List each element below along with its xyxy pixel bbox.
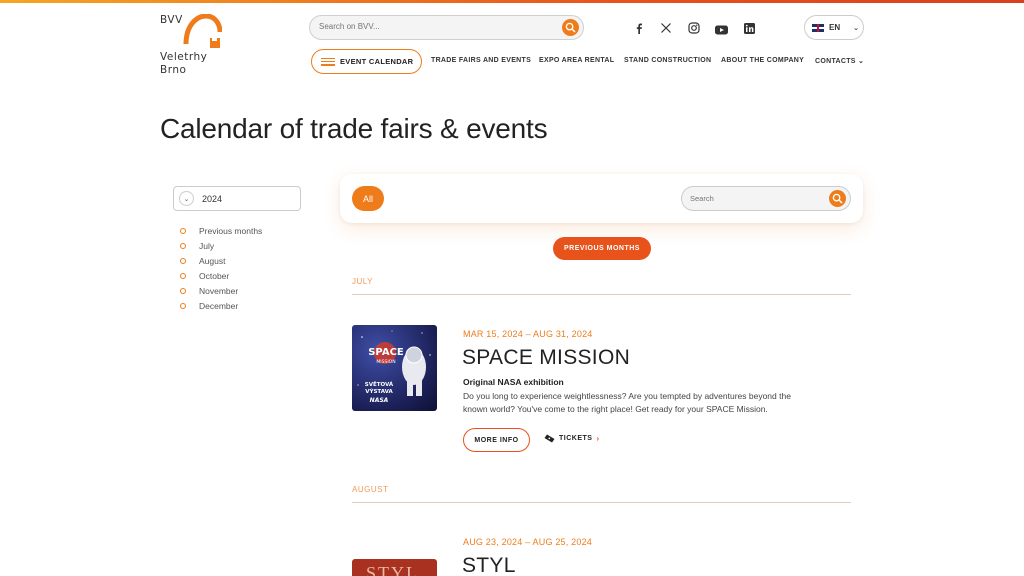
svg-text:SVĚTOVÁ: SVĚTOVÁ	[365, 380, 394, 388]
svg-text:NASA: NASA	[370, 397, 389, 404]
search-icon	[565, 22, 576, 33]
event-title[interactable]: SPACE MISSION	[462, 346, 630, 370]
section-divider	[352, 502, 851, 503]
previous-months-button[interactable]: PREVIOUS MONTHS	[553, 237, 651, 260]
month-label: November	[199, 285, 239, 296]
instagram-icon[interactable]	[688, 19, 700, 34]
month-label: October	[199, 270, 230, 281]
space-mission-poster: SPACE MISSION SVĚTOVÁ VÝSTAVA NASA	[357, 330, 431, 404]
bullet-icon	[180, 302, 186, 309]
event-date: MAR 15, 2024 – AUG 31, 2024	[463, 329, 593, 339]
logo-arc-icon	[183, 14, 222, 48]
section-label-july: JULY	[352, 277, 373, 286]
event-calendar-label: EVENT CALENDAR	[340, 57, 414, 66]
svg-text:MISSION: MISSION	[376, 359, 395, 365]
bullet-icon	[180, 287, 186, 294]
site-search-input[interactable]	[319, 22, 549, 31]
uk-flag-icon	[812, 23, 824, 32]
youtube-icon[interactable]	[715, 20, 728, 35]
page-title: Calendar of trade fairs & events	[160, 113, 548, 144]
bullet-icon	[180, 242, 186, 249]
nav-item-about[interactable]: ABOUT THE COMPANY	[721, 57, 804, 64]
section-label-august: AUGUST	[352, 485, 389, 494]
month-label: December	[199, 300, 239, 311]
styl-poster-text: STYL	[366, 563, 419, 576]
chevron-down-icon: ⌄	[858, 58, 865, 65]
logo-bvv-text: BVV	[160, 14, 183, 26]
styl-image[interactable]: STYL	[352, 559, 437, 576]
svg-text:VÝSTAVA: VÝSTAVA	[365, 388, 393, 395]
event-search	[681, 186, 851, 211]
month-item-december[interactable]: December	[180, 298, 262, 313]
chevron-right-icon: ›	[596, 434, 600, 443]
nav-item-contacts-label: CONTACTS	[815, 58, 856, 65]
month-item-november[interactable]: November	[180, 283, 262, 298]
month-label: Previous months	[199, 225, 263, 236]
event-search-button[interactable]	[829, 190, 846, 207]
ticket-icon	[544, 434, 555, 443]
event-description: Do you long to experience weightlessness…	[463, 391, 791, 414]
month-item-previous[interactable]: Previous months	[180, 223, 262, 238]
poster-title-text: SPACE	[368, 347, 404, 358]
nav-item-expo-area-rental[interactable]: EXPO AREA RENTAL	[539, 57, 614, 64]
logo-line-1: Veletrhy	[160, 51, 208, 63]
month-label: August	[199, 255, 226, 266]
menu-icon	[321, 57, 335, 66]
x-icon[interactable]	[660, 19, 672, 33]
year-value: 2024	[202, 193, 223, 204]
chevron-down-icon: ⌄	[853, 24, 859, 32]
space-mission-image[interactable]: SPACE MISSION SVĚTOVÁ VÝSTAVA NASA	[352, 325, 437, 411]
month-list: Previous months July August October Nove…	[180, 223, 262, 313]
bullet-icon	[180, 257, 186, 264]
filter-bar: All	[340, 174, 863, 223]
event-calendar-button[interactable]: EVENT CALENDAR	[311, 49, 422, 74]
tickets-link[interactable]: TICKETS ›	[544, 434, 600, 443]
section-divider	[352, 294, 851, 295]
month-item-july[interactable]: July	[180, 238, 262, 253]
filter-all-button[interactable]: All	[352, 186, 384, 211]
month-item-october[interactable]: October	[180, 268, 262, 283]
top-accent-bar	[0, 0, 1024, 3]
event-search-input[interactable]	[690, 194, 820, 203]
nav-item-contacts[interactable]: CONTACTS ⌄	[815, 57, 864, 65]
event-title[interactable]: STYL	[462, 554, 516, 576]
bullet-icon	[180, 227, 186, 234]
site-search	[309, 15, 584, 40]
facebook-icon[interactable]	[633, 19, 645, 34]
site-search-button[interactable]	[562, 19, 579, 36]
search-icon	[832, 193, 843, 204]
linkedin-icon[interactable]	[744, 19, 755, 34]
nav-item-stand-construction[interactable]: STAND CONSTRUCTION	[624, 57, 711, 64]
event-date: AUG 23, 2024 – AUG 25, 2024	[463, 537, 592, 547]
language-selector[interactable]: EN ⌄	[804, 15, 864, 40]
month-item-august[interactable]: August	[180, 253, 262, 268]
nav-item-trade-fairs[interactable]: TRADE FAIRS AND EVENTS	[431, 57, 531, 64]
year-select[interactable]: ⌄ 2024	[173, 186, 301, 211]
chevron-down-icon: ⌄	[179, 191, 194, 206]
logo-line-2: Brno	[160, 64, 187, 76]
tickets-label: TICKETS	[559, 435, 593, 442]
language-label: EN	[829, 23, 841, 32]
bullet-icon	[180, 272, 186, 279]
month-label: July	[199, 240, 215, 251]
more-info-button[interactable]: MORE INFO	[463, 428, 530, 452]
event-subtitle: Original NASA exhibition	[463, 377, 564, 387]
bvv-logo[interactable]: BVV Veletrhy Brno	[160, 14, 224, 78]
